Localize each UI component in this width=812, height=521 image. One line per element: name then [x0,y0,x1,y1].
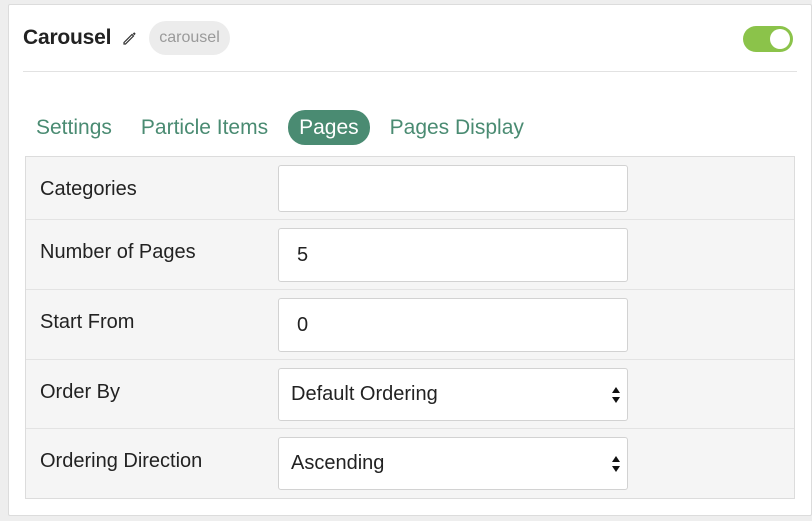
tab-pages-display[interactable]: Pages Display [381,110,533,145]
order-by-select[interactable]: Default Ordering [278,368,628,421]
tab-bar: Settings Particle Items Pages Pages Disp… [27,110,544,145]
row-categories: Categories [26,157,794,220]
row-number-of-pages: Number of Pages 5 [26,220,794,290]
ordering-direction-select[interactable]: Ascending [278,437,628,490]
panel-title: Carousel [23,26,112,49]
categories-label: Categories [40,178,137,200]
start-from-input[interactable]: 0 [278,298,628,352]
order-by-label: Order By [40,381,121,403]
toggle-knob [770,29,790,49]
panel-header: Carousel carousel [23,5,797,72]
categories-input[interactable] [278,165,628,212]
enable-toggle[interactable] [743,26,793,52]
pages-form: Categories Number of Pages 5 Start From … [25,156,795,499]
tab-particle-items[interactable]: Particle Items [132,110,277,145]
tab-pages[interactable]: Pages [288,110,370,145]
slug-badge: carousel [149,21,230,55]
row-ordering-direction: Ordering Direction Ascending [26,429,794,498]
tab-settings[interactable]: Settings [27,110,121,145]
ordering-direction-label: Ordering Direction [40,450,203,472]
carousel-panel: Carousel carousel Settings Particle Item… [8,4,812,516]
start-from-label: Start From [40,311,135,333]
row-order-by: Order By Default Ordering [26,360,794,429]
updown-arrows-icon [611,385,621,405]
number-of-pages-label: Number of Pages [40,241,196,263]
updown-arrows-icon [611,454,621,474]
number-of-pages-input[interactable]: 5 [278,228,628,282]
pencil-icon[interactable] [121,30,137,46]
row-start-from: Start From 0 [26,290,794,360]
ordering-direction-value: Ascending [291,452,385,474]
order-by-value: Default Ordering [291,383,438,405]
